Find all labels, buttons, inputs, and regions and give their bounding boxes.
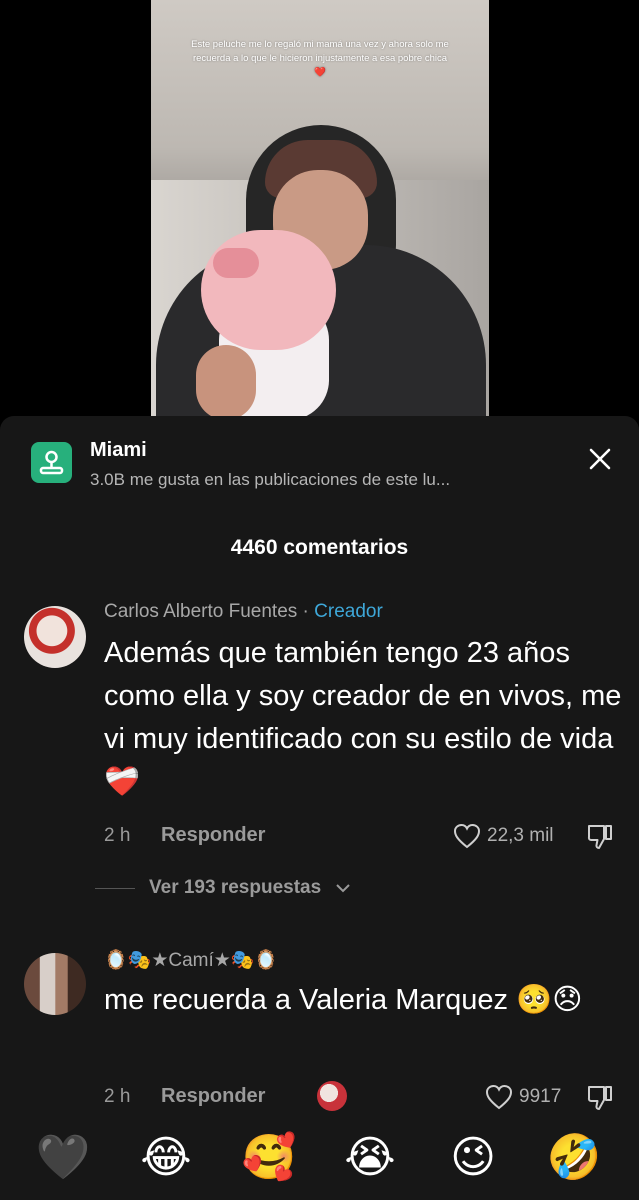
comment-username[interactable]: Carlos Alberto Fuentes · Creador — [104, 601, 383, 623]
heart-icon — [453, 823, 481, 849]
map-pin-icon[interactable] — [31, 442, 72, 483]
dislike-icon[interactable] — [585, 821, 615, 851]
video-plush-snout — [213, 248, 259, 278]
close-icon[interactable] — [585, 444, 615, 474]
comment-count: 4460 comentarios — [230, 536, 409, 559]
view-replies-button[interactable]: Ver 193 respuestas — [95, 877, 351, 899]
like-count: 9917 — [519, 1086, 562, 1107]
video-area[interactable]: Este peluche me lo regaló mi mamá una ve… — [0, 0, 639, 430]
video-person-hand — [196, 345, 256, 420]
emoji-loudly-crying[interactable]: 😭 — [342, 1130, 398, 1186]
username-text[interactable]: Carlos Alberto Fuentes — [104, 601, 297, 622]
emoji-tears-of-joy[interactable]: 😂 — [138, 1130, 194, 1186]
like-count: 22,3 mil — [487, 825, 554, 846]
video-frame[interactable]: Este peluche me lo regaló mi mamá una ve… — [151, 0, 489, 420]
reply-button[interactable]: Responder — [161, 1085, 265, 1108]
comment-username[interactable]: 🪞🎭★Camí★🎭🪞 — [104, 948, 278, 972]
emoji-quick-bar: 🖤 😂 🥰 😭 😉 🤣 — [0, 1126, 639, 1200]
username-separator: · — [297, 601, 315, 622]
like-button[interactable]: 9917 — [485, 1082, 561, 1112]
heart-icon — [485, 1084, 513, 1110]
replies-divider — [95, 887, 135, 889]
avatar[interactable] — [24, 606, 86, 668]
avatar[interactable] — [24, 953, 86, 1015]
comment-time: 2 h — [104, 825, 131, 846]
location-subtitle[interactable]: 3.0B me gusta en las publicaciones de es… — [90, 470, 450, 490]
dislike-icon[interactable] — [585, 1082, 615, 1112]
emoji-rolling-laughing[interactable]: 🤣 — [546, 1130, 602, 1186]
video-plush-head — [201, 230, 336, 350]
emoji-black-heart[interactable]: 🖤 — [35, 1130, 91, 1186]
emoji-smiling-hearts[interactable]: 🥰 — [241, 1130, 297, 1186]
like-button[interactable]: 22,3 mil — [453, 821, 554, 851]
emoji-winking[interactable]: 😉 — [445, 1130, 501, 1186]
reply-button[interactable]: Responder — [161, 824, 265, 847]
comment-text: me recuerda a Valeria Marquez 🥺😞 — [104, 984, 583, 1016]
comment-text: Además que también tengo 23 años como el… — [104, 637, 622, 798]
view-replies-label: Ver 193 respuestas — [149, 877, 322, 898]
video-caption: Este peluche me lo regaló mi mamá una ve… — [191, 39, 449, 78]
comment-time: 2 h — [104, 1086, 131, 1107]
comments-sheet: Miami 3.0B me gusta en las publicaciones… — [0, 416, 639, 1200]
creator-badge: Creador — [314, 601, 383, 622]
location-title[interactable]: Miami — [90, 439, 147, 462]
chevron-down-icon — [336, 884, 350, 893]
creator-liked-avatar — [317, 1081, 347, 1111]
